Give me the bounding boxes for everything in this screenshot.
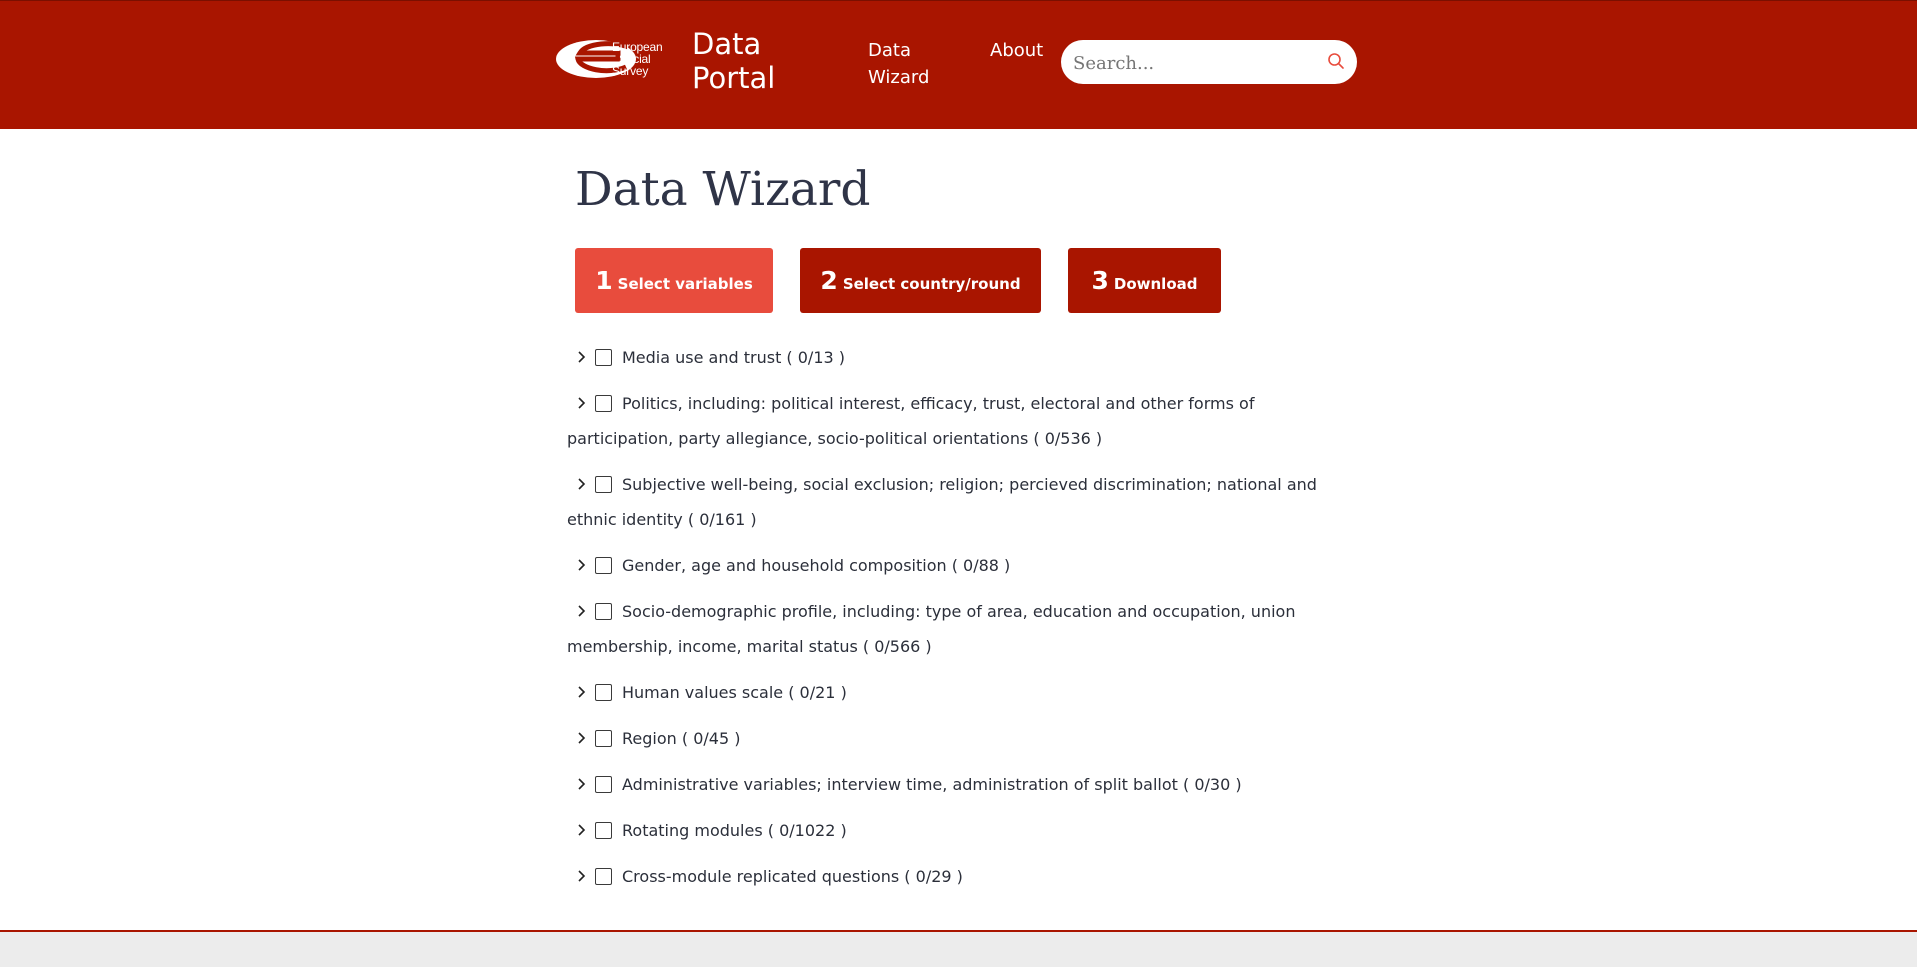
category-item: Socio-demographic profile, including: ty…: [567, 594, 1347, 664]
category-checkbox[interactable]: [595, 868, 612, 885]
nav-data-wizard[interactable]: Data Wizard: [868, 37, 948, 91]
chevron-right-icon[interactable]: [575, 387, 589, 409]
chevron-right-icon[interactable]: [575, 814, 589, 836]
header-bar: European Social Survey Data Portal Data …: [0, 0, 1917, 129]
portal-title-line1: Data: [692, 27, 762, 61]
chevron-right-icon[interactable]: [575, 676, 589, 698]
step-number: 2: [820, 266, 838, 295]
chevron-right-icon[interactable]: [575, 768, 589, 790]
chevron-right-icon[interactable]: [575, 549, 589, 571]
category-label: Politics, including: political interest,…: [567, 394, 1255, 448]
chevron-right-icon[interactable]: [575, 468, 589, 490]
category-checkbox[interactable]: [595, 730, 612, 747]
category-label: Socio-demographic profile, including: ty…: [567, 602, 1296, 656]
category-checkbox[interactable]: [595, 603, 612, 620]
category-checkbox[interactable]: [595, 684, 612, 701]
category-checkbox[interactable]: [595, 395, 612, 412]
category-label: Rotating modules ( 0/1022 ): [622, 821, 847, 840]
step-label: Download: [1113, 274, 1198, 293]
step-label: Select country/round: [842, 274, 1021, 293]
nav-about[interactable]: About: [990, 37, 1043, 64]
variable-category-tree: Media use and trust ( 0/13 ) Politics, i…: [567, 340, 1347, 905]
category-label: Human values scale ( 0/21 ): [622, 683, 847, 702]
footer-bar: [0, 930, 1917, 967]
category-checkbox[interactable]: [595, 557, 612, 574]
category-checkbox[interactable]: [595, 822, 612, 839]
category-item: Region ( 0/45 ): [567, 721, 1347, 756]
step-download-button[interactable]: 3 Download: [1068, 248, 1221, 313]
category-item: Gender, age and household composition ( …: [567, 548, 1347, 583]
step-label: Select variables: [617, 274, 753, 293]
chevron-right-icon[interactable]: [575, 722, 589, 744]
ess-logo[interactable]: European Social Survey: [556, 37, 681, 87]
portal-title-link[interactable]: Data Portal: [692, 27, 775, 95]
category-checkbox[interactable]: [595, 349, 612, 366]
step-number: 3: [1091, 266, 1109, 295]
logo-line-survey: Survey: [612, 64, 649, 78]
category-item: Politics, including: political interest,…: [567, 386, 1347, 456]
category-item: Administrative variables; interview time…: [567, 767, 1347, 802]
logo-wordmark: European Social Survey: [612, 41, 663, 78]
category-label: Region ( 0/45 ): [622, 729, 741, 748]
category-label: Media use and trust ( 0/13 ): [622, 348, 846, 367]
search-box: [1061, 40, 1357, 84]
step-select-country-round-button[interactable]: 2 Select country/round: [800, 248, 1041, 313]
category-item: Cross-module replicated questions ( 0/29…: [567, 859, 1347, 894]
page-title: Data Wizard: [575, 162, 871, 217]
category-item: Subjective well-being, social exclusion;…: [567, 467, 1347, 537]
category-item: Rotating modules ( 0/1022 ): [567, 813, 1347, 848]
chevron-right-icon[interactable]: [575, 860, 589, 882]
category-label: Subjective well-being, social exclusion;…: [567, 475, 1317, 529]
category-checkbox[interactable]: [595, 476, 612, 493]
category-label: Administrative variables; interview time…: [622, 775, 1242, 794]
step-select-variables-button[interactable]: 1 Select variables: [575, 248, 773, 313]
category-item: Media use and trust ( 0/13 ): [567, 340, 1347, 375]
chevron-right-icon[interactable]: [575, 595, 589, 617]
search-icon[interactable]: [1327, 52, 1345, 74]
category-label: Cross-module replicated questions ( 0/29…: [622, 867, 963, 886]
search-input[interactable]: [1071, 46, 1315, 80]
category-label: Gender, age and household composition ( …: [622, 556, 1011, 575]
chevron-right-icon[interactable]: [575, 341, 589, 363]
category-item: Human values scale ( 0/21 ): [567, 675, 1347, 710]
category-checkbox[interactable]: [595, 776, 612, 793]
portal-title-line2: Portal: [692, 61, 776, 95]
step-number: 1: [595, 266, 613, 295]
